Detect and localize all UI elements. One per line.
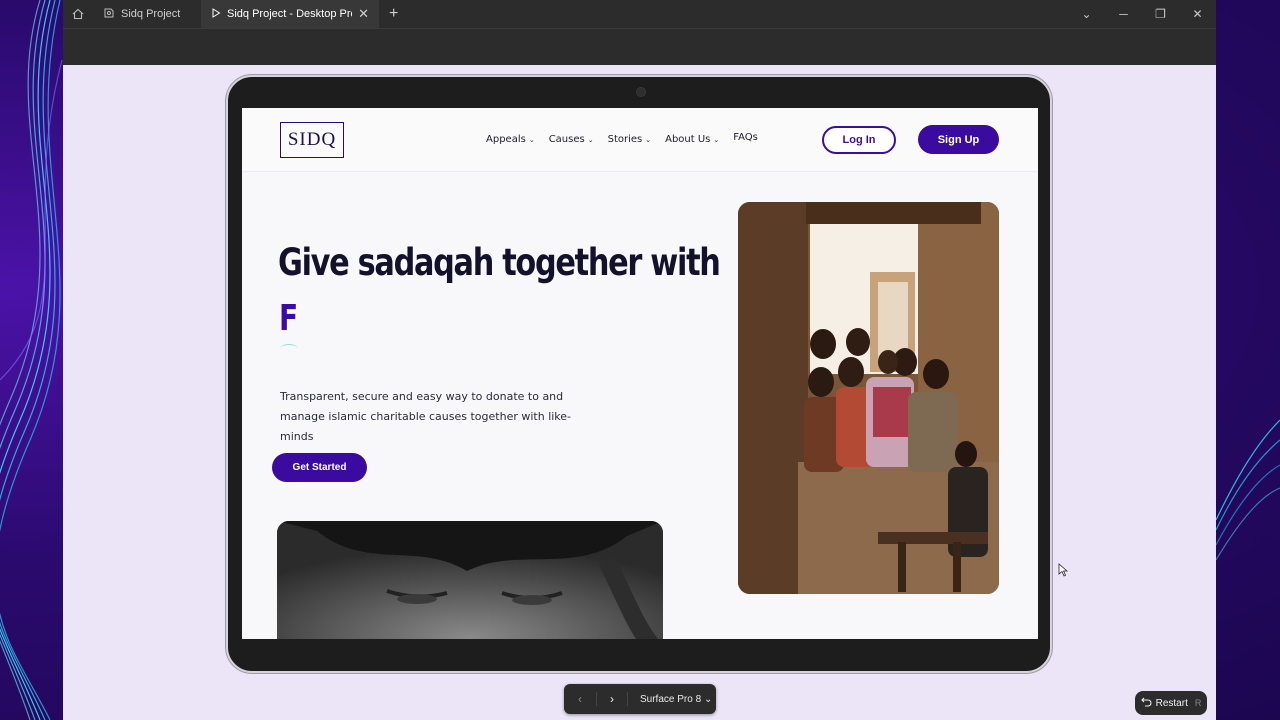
hero-description: Transparent, secure and easy way to dona… <box>280 390 572 443</box>
restart-icon <box>1140 696 1152 710</box>
figma-file-icon <box>103 7 115 22</box>
camera-icon <box>636 87 646 97</box>
site-header: SIDQ Appeals ⌄ Causes ⌄ Stories ⌄ About … <box>242 108 1038 172</box>
chevron-down-icon: ⌄ <box>713 135 720 144</box>
nav-item-appeals[interactable]: Appeals ⌄ <box>486 134 535 145</box>
chevron-down-icon: ⌄ <box>645 135 652 144</box>
tab-desktop-prototype[interactable]: Sidq Project - Desktop Prototype ✕ <box>201 0 379 28</box>
chevron-down-icon: ⌄ <box>703 693 713 705</box>
previous-frame-icon[interactable]: ‹ <box>564 692 596 706</box>
tab-bar: Sidq Project Sidq Project - Desktop Prot… <box>63 0 1216 28</box>
restore-icon[interactable]: ❐ <box>1142 7 1179 21</box>
next-frame-icon[interactable]: › <box>596 692 628 706</box>
chevron-down-icon[interactable]: ⌄ <box>1068 7 1105 21</box>
prototype-toolbar <box>63 28 1216 65</box>
device-name-label: Surface Pro 8 <box>640 693 702 705</box>
mouse-cursor-icon <box>1058 563 1069 582</box>
site-logo[interactable]: SIDQ <box>280 122 344 158</box>
signup-button[interactable]: Sign Up <box>918 125 999 154</box>
restart-label: Restart <box>1155 697 1188 709</box>
main-nav: Appeals ⌄ Causes ⌄ Stories ⌄ About Us ⌄ … <box>486 132 758 145</box>
tab-sidq-project[interactable]: Sidq Project <box>93 0 201 28</box>
hero-title: Give sadaqah together with <box>278 241 721 284</box>
restart-shortcut: R <box>1194 698 1202 708</box>
login-button[interactable]: Log In <box>822 126 896 154</box>
typing-indicator <box>280 344 298 354</box>
figma-window: Sidq Project Sidq Project - Desktop Prot… <box>63 0 1216 720</box>
new-tab-icon[interactable]: + <box>389 5 398 23</box>
minimize-icon[interactable]: ─ <box>1105 7 1142 21</box>
prototype-navigation: ‹ › Surface Pro 8 ⌄ <box>564 684 716 714</box>
device-selector[interactable]: Surface Pro 8 ⌄ <box>628 694 712 705</box>
nav-label: About Us <box>665 134 711 145</box>
nav-item-causes[interactable]: Causes ⌄ <box>549 134 594 145</box>
chevron-down-icon: ⌄ <box>587 135 594 144</box>
nav-item-about-us[interactable]: About Us ⌄ <box>665 134 719 145</box>
play-icon <box>211 7 221 21</box>
close-tab-icon[interactable]: ✕ <box>358 6 369 22</box>
window-controls: ⌄ ─ ❐ ✕ <box>1068 0 1216 28</box>
nav-label: Causes <box>548 134 585 145</box>
tab-title: Sidq Project - Desktop Prototype <box>227 8 352 20</box>
nav-label: Appeals <box>486 134 526 145</box>
hero-photo-children <box>738 202 999 594</box>
device-screen: SIDQ Appeals ⌄ Causes ⌄ Stories ⌄ About … <box>242 108 1038 639</box>
tab-title: Sidq Project <box>121 8 181 20</box>
restart-button[interactable]: Restart R <box>1135 691 1207 715</box>
chevron-down-icon: ⌄ <box>528 135 535 144</box>
hero-photo-face <box>277 521 663 639</box>
nav-item-stories[interactable]: Stories ⌄ <box>608 134 652 145</box>
nav-label: FAQs <box>733 132 758 143</box>
close-window-icon[interactable]: ✕ <box>1179 7 1216 21</box>
prototype-canvas: SIDQ Appeals ⌄ Causes ⌄ Stories ⌄ About … <box>63 65 1216 720</box>
get-started-button[interactable]: Get Started <box>272 453 367 482</box>
hero-typed-text: F <box>279 298 299 339</box>
home-icon[interactable] <box>63 0 93 28</box>
nav-label: Stories <box>607 134 643 145</box>
nav-item-faqs[interactable]: FAQs <box>733 132 758 143</box>
surface-device-frame: SIDQ Appeals ⌄ Causes ⌄ Stories ⌄ About … <box>226 75 1052 673</box>
